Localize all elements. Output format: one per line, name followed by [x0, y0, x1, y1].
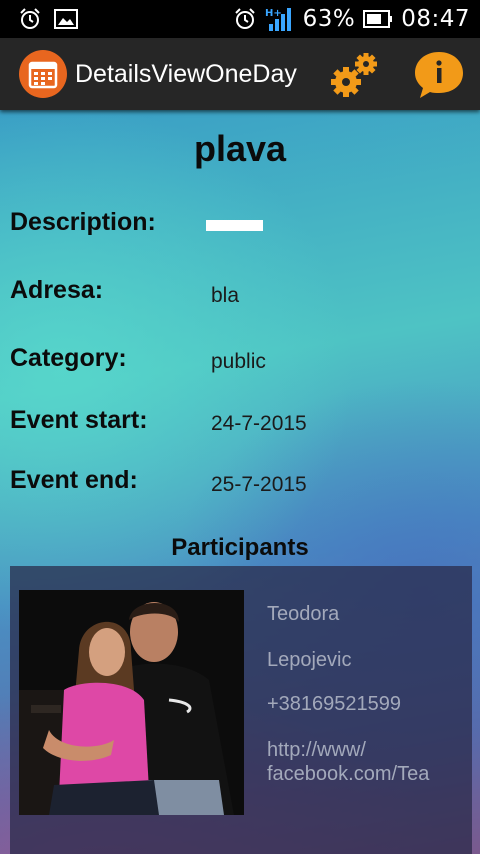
status-bar: H+ 63% 08:47: [0, 0, 480, 38]
alarm-icon: [233, 7, 257, 31]
participants-title: Participants: [171, 534, 309, 561]
calendar-icon[interactable]: [19, 50, 67, 98]
event-start-label: Event start:: [10, 406, 148, 434]
participant-first-name: Teodora: [267, 603, 340, 625]
image-icon: [54, 8, 78, 30]
participant-link-line2[interactable]: facebook.com/Tea: [267, 762, 429, 786]
battery-percent: 63%: [302, 6, 356, 32]
address-value: bla: [211, 284, 240, 307]
clock: 08:47: [401, 6, 470, 32]
app-title: DetailsViewOneDay: [75, 59, 297, 88]
category-label: Category:: [10, 344, 127, 372]
svg-text:H+: H+: [265, 8, 282, 19]
participant-last-name: Lepojevic: [267, 649, 352, 671]
action-bar: DetailsViewOneDay: [0, 38, 480, 110]
description-label: Description:: [10, 208, 156, 236]
alarm-icon: [18, 7, 42, 31]
category-value: public: [211, 350, 266, 373]
address-label: Adresa:: [10, 276, 104, 304]
participant-photo: [19, 590, 244, 815]
event-end-value: 25-7-2015: [211, 473, 307, 496]
event-title: plava: [193, 128, 287, 169]
info-icon[interactable]: [412, 50, 466, 100]
event-start-value: 24-7-2015: [211, 412, 307, 435]
participant-card[interactable]: Teodora Lepojevic +38169521599 http://ww…: [10, 566, 472, 854]
signal-icon: H+: [265, 6, 295, 32]
participant-link-line1[interactable]: http://www/: [267, 738, 366, 762]
redaction-bar: [206, 220, 263, 231]
event-end-label: Event end:: [10, 466, 138, 494]
details-content: plava Description: Adresa: bla Category:…: [0, 110, 480, 854]
battery-icon: [363, 9, 393, 29]
participant-phone[interactable]: +38169521599: [267, 692, 401, 716]
settings-gears-icon[interactable]: [326, 50, 382, 100]
